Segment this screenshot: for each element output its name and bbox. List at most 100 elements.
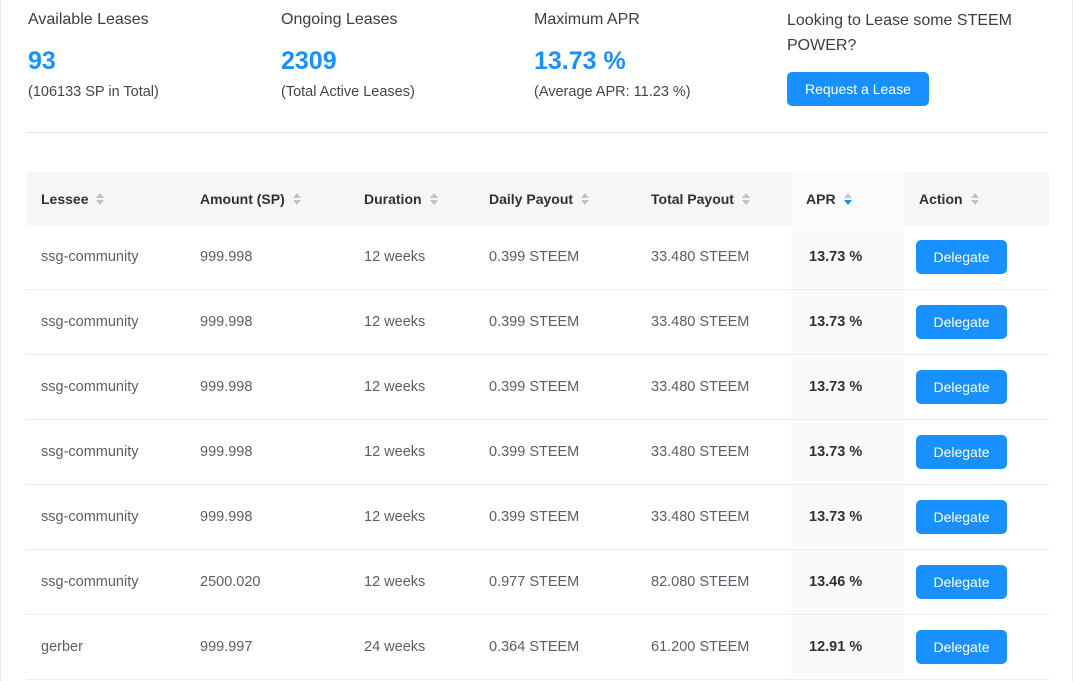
- cell-duration: 12 weeks: [364, 444, 426, 460]
- cell-action: Delegate: [904, 550, 1049, 614]
- stats-header: Available Leases 93 (106133 SP in Total)…: [1, 0, 1072, 132]
- cell-daily-payout: 0.399 STEEM: [489, 314, 580, 330]
- cell-apr: 13.73 %: [791, 485, 904, 549]
- stat-subtext: (Average APR: 11.23 %): [534, 84, 691, 100]
- column-header-amount[interactable]: Amount (SP): [185, 172, 349, 225]
- delegate-button[interactable]: Delegate: [916, 500, 1007, 534]
- cell-duration: 12 weeks: [364, 314, 426, 330]
- cell-duration: 12 weeks: [364, 574, 426, 590]
- cell-amount: 999.998: [200, 444, 253, 460]
- delegate-button[interactable]: Delegate: [916, 240, 1007, 274]
- cell-action: Delegate: [904, 485, 1049, 549]
- cell-apr: 13.73 %: [791, 290, 904, 354]
- stat-subtext: (Total Active Leases): [281, 84, 415, 100]
- stat-label: Ongoing Leases: [281, 11, 398, 28]
- stat-subtext: (106133 SP in Total): [28, 84, 159, 100]
- column-header-duration[interactable]: Duration: [349, 172, 474, 225]
- table-row: ssg-community 999.998 12 weeks 0.399 STE…: [26, 485, 1049, 550]
- cell-daily-payout: 0.364 STEEM: [489, 639, 580, 655]
- sort-icon: [429, 192, 438, 205]
- column-label: APR: [806, 190, 836, 207]
- cell-lessee: ssg-community: [41, 314, 139, 330]
- cell-lessee: ssg-community: [41, 509, 139, 525]
- column-header-daily-payout[interactable]: Daily Payout: [474, 172, 636, 225]
- table-row: ssg-community 999.998 12 weeks 0.399 STE…: [26, 420, 1049, 485]
- table-row: ssg-community 999.998 12 weeks 0.399 STE…: [26, 290, 1049, 355]
- stat-value: 13.73 %: [534, 47, 626, 75]
- section-divider: [26, 132, 1047, 133]
- cell-total-payout: 33.480 STEEM: [651, 249, 750, 265]
- column-label: Lessee: [41, 190, 89, 207]
- request-lease-button[interactable]: Request a Lease: [787, 72, 929, 106]
- cell-duration: 12 weeks: [364, 509, 426, 525]
- cell-action: Delegate: [904, 615, 1049, 679]
- sort-icon: [292, 192, 301, 205]
- cell-total-payout: 33.480 STEEM: [651, 379, 750, 395]
- delegate-button[interactable]: Delegate: [916, 435, 1007, 469]
- cell-action: Delegate: [904, 225, 1049, 289]
- table-row: ssg-community 999.998 12 weeks 0.399 STE…: [26, 225, 1049, 290]
- cell-action: Delegate: [904, 290, 1049, 354]
- cell-apr: 13.46 %: [791, 550, 904, 614]
- cta-question: Looking to Lease some STEEM POWER?: [787, 12, 1013, 54]
- stat-label: Available Leases: [28, 11, 149, 28]
- stat-maximum-apr: Maximum APR 13.73 % (Average APR: 11.23 …: [534, 8, 787, 132]
- cell-lessee: gerber: [41, 639, 83, 655]
- delegate-button[interactable]: Delegate: [916, 370, 1007, 404]
- sort-desc-icon: [843, 192, 852, 205]
- column-label: Action: [919, 190, 963, 207]
- table-header-row: Lessee Amount (SP) Duration Daily Payout…: [26, 172, 1049, 225]
- table-row: ssg-community 999.998 12 weeks 0.399 STE…: [26, 355, 1049, 420]
- column-label: Daily Payout: [489, 190, 574, 207]
- cell-amount: 2500.020: [200, 574, 261, 590]
- cell-total-payout: 61.200 STEEM: [651, 639, 750, 655]
- cell-duration: 12 weeks: [364, 249, 426, 265]
- cell-lessee: ssg-community: [41, 249, 139, 265]
- delegate-button[interactable]: Delegate: [916, 630, 1007, 664]
- cell-apr: 13.73 %: [791, 420, 904, 484]
- sort-icon: [581, 192, 590, 205]
- stat-value: 2309: [281, 47, 337, 75]
- cell-lessee: ssg-community: [41, 574, 139, 590]
- cell-apr: 13.73 %: [791, 225, 904, 289]
- leases-table: Lessee Amount (SP) Duration Daily Payout…: [26, 172, 1049, 680]
- cell-action: Delegate: [904, 355, 1049, 419]
- cell-daily-payout: 0.399 STEEM: [489, 249, 580, 265]
- cell-total-payout: 33.480 STEEM: [651, 509, 750, 525]
- cell-daily-payout: 0.977 STEEM: [489, 574, 580, 590]
- cell-duration: 24 weeks: [364, 639, 426, 655]
- cell-total-payout: 82.080 STEEM: [651, 574, 750, 590]
- cell-daily-payout: 0.399 STEEM: [489, 379, 580, 395]
- cell-amount: 999.998: [200, 509, 253, 525]
- cell-action: Delegate: [904, 420, 1049, 484]
- table-row: ssg-community 2500.020 12 weeks 0.977 ST…: [26, 550, 1049, 615]
- cell-apr: 13.73 %: [791, 355, 904, 419]
- stat-label: Maximum APR: [534, 11, 640, 28]
- cell-duration: 12 weeks: [364, 379, 426, 395]
- cell-lessee: ssg-community: [41, 444, 139, 460]
- column-header-apr[interactable]: APR: [791, 172, 904, 225]
- cell-total-payout: 33.480 STEEM: [651, 314, 750, 330]
- delegate-button[interactable]: Delegate: [916, 565, 1007, 599]
- column-label: Amount (SP): [200, 190, 285, 207]
- sort-icon: [741, 192, 750, 205]
- column-label: Duration: [364, 190, 422, 207]
- cell-lessee: ssg-community: [41, 379, 139, 395]
- lease-cta: Looking to Lease some STEEM POWER? Reque…: [787, 8, 1047, 132]
- cell-daily-payout: 0.399 STEEM: [489, 444, 580, 460]
- delegate-button[interactable]: Delegate: [916, 305, 1007, 339]
- stat-ongoing-leases: Ongoing Leases 2309 (Total Active Leases…: [281, 8, 534, 132]
- stat-available-leases: Available Leases 93 (106133 SP in Total): [28, 8, 281, 132]
- column-header-action[interactable]: Action: [904, 172, 1049, 225]
- column-header-lessee[interactable]: Lessee: [26, 172, 185, 225]
- cell-amount: 999.998: [200, 379, 253, 395]
- cell-total-payout: 33.480 STEEM: [651, 444, 750, 460]
- sort-icon: [96, 192, 105, 205]
- column-label: Total Payout: [651, 190, 734, 207]
- column-header-total-payout[interactable]: Total Payout: [636, 172, 791, 225]
- cell-amount: 999.998: [200, 314, 253, 330]
- cell-amount: 999.998: [200, 249, 253, 265]
- stat-value: 93: [28, 47, 56, 75]
- cell-daily-payout: 0.399 STEEM: [489, 509, 580, 525]
- lease-market-page: Available Leases 93 (106133 SP in Total)…: [0, 0, 1073, 681]
